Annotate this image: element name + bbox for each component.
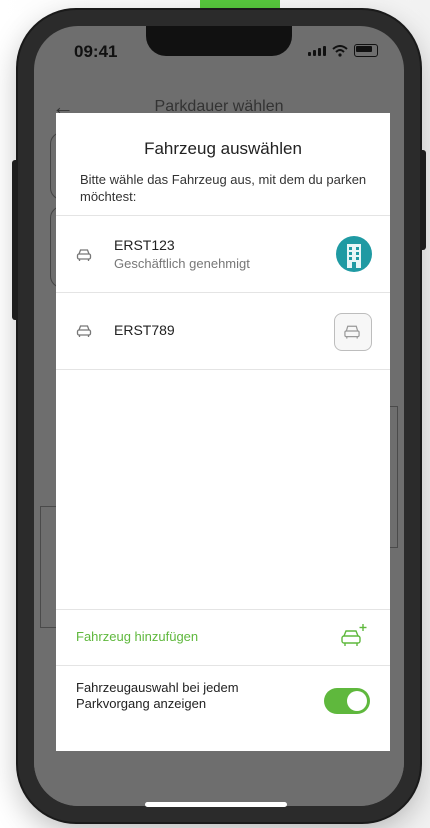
add-vehicle-label: Fahrzeug hinzufügen: [76, 629, 199, 644]
bottom-area: [34, 762, 404, 806]
company-building-icon: [336, 236, 372, 272]
sheet-title: Fahrzeug auswählen: [144, 139, 302, 158]
selection-toggle[interactable]: [324, 688, 370, 714]
vehicle-plate: ERST123: [114, 237, 175, 253]
divider: [56, 369, 390, 370]
toggle-knob: [347, 691, 367, 711]
add-vehicle-button[interactable]: Fahrzeug hinzufügen: [56, 609, 390, 665]
phone-side-button: [12, 160, 18, 320]
car-icon: [334, 313, 372, 351]
status-time: 09:41: [74, 42, 118, 61]
vehicle-select-sheet: Fahrzeug auswählen Bitte wähle das Fahrz…: [56, 113, 390, 751]
status-icons: [308, 44, 378, 57]
phone-power-button: [420, 150, 426, 250]
battery-icon: [354, 44, 378, 57]
vehicle-row-erst123[interactable]: ERST123 Geschäftlich genehmigt: [56, 216, 390, 292]
phone-notch: [146, 26, 292, 56]
vehicle-plate: ERST789: [114, 322, 175, 338]
vehicle-row-erst789[interactable]: ERST789: [56, 293, 390, 369]
sheet-subtitle: Bitte wähle das Fahrzeug aus, mit dem du…: [80, 172, 367, 204]
toggle-label: Fahrzeugauswahl bei jedem Parkvorgang an…: [76, 680, 239, 711]
signal-icon: [308, 45, 326, 56]
home-indicator[interactable]: [145, 802, 287, 807]
car-icon: [76, 325, 92, 337]
selection-toggle-row: Fahrzeugauswahl bei jedem Parkvorgang an…: [56, 666, 390, 736]
add-car-icon: [341, 624, 367, 646]
vehicle-status: Geschäftlich genehmigt: [114, 256, 250, 271]
wifi-icon: [332, 44, 348, 57]
car-icon: [76, 249, 92, 261]
